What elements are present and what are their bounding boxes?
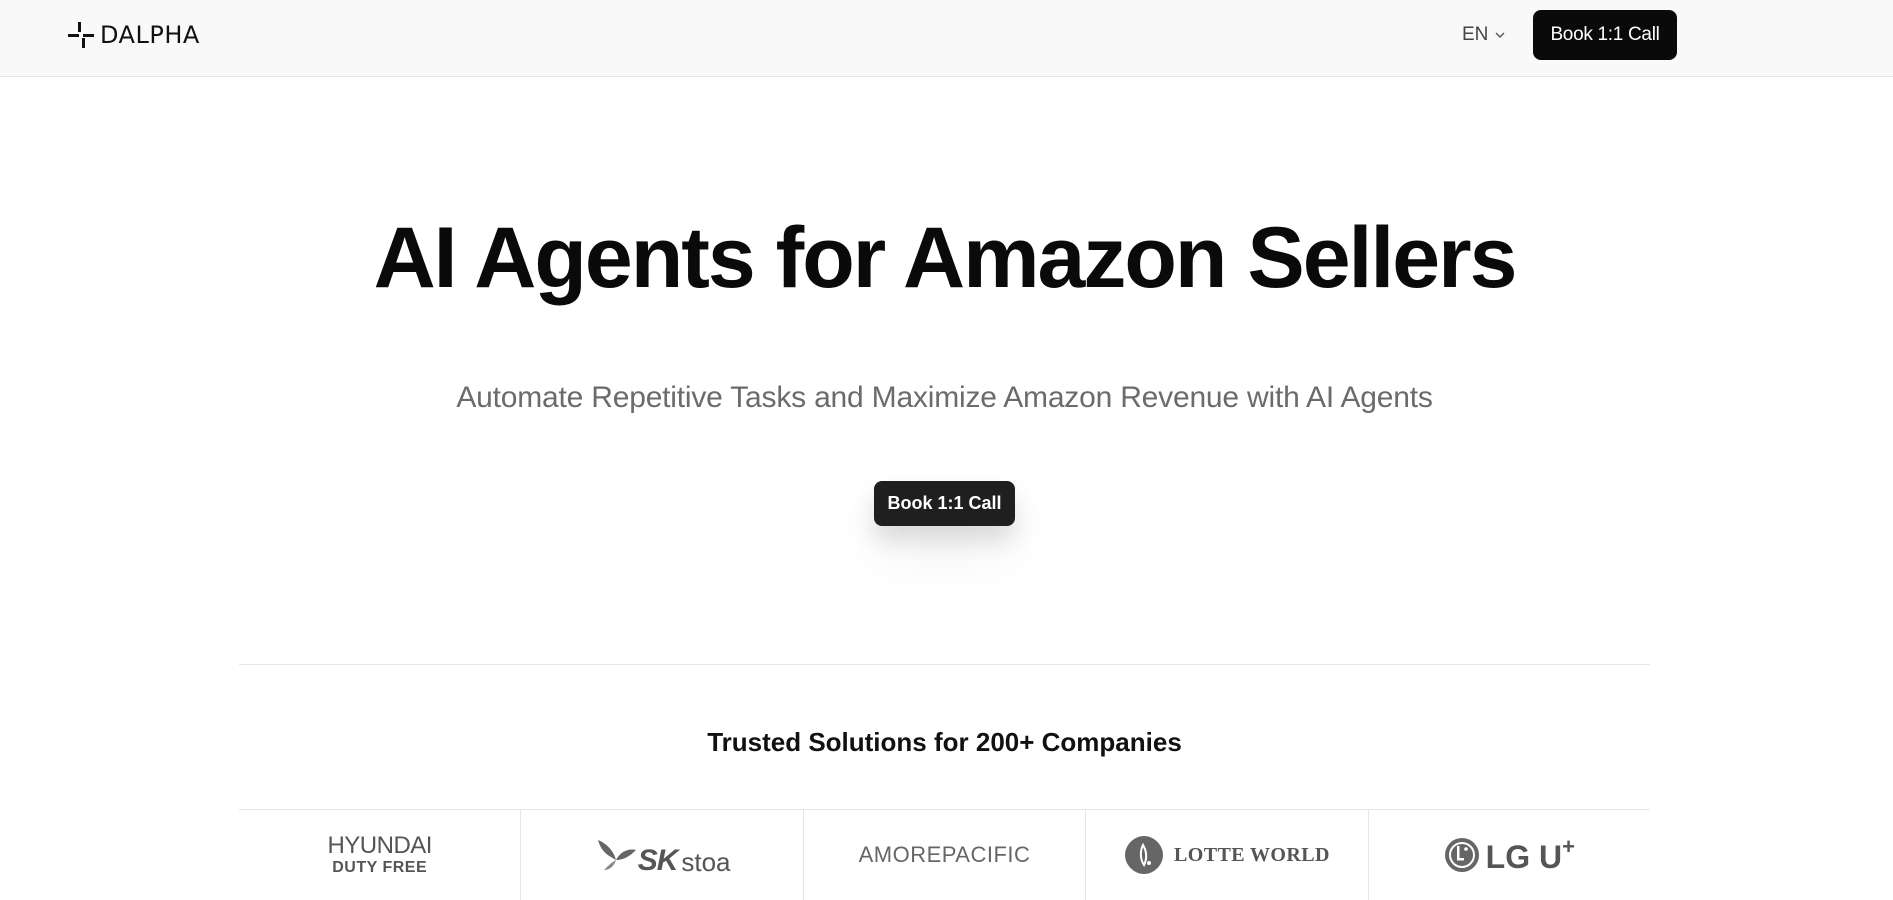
dalpha-logo-icon [68, 22, 94, 48]
lotte-emblem-icon [1125, 836, 1164, 874]
book-call-hero-button[interactable]: Book 1:1 Call [874, 481, 1015, 526]
logo-amorepacific: AMOREPACIFIC [804, 810, 1087, 900]
lg-uplus-text: LG U+ [1486, 834, 1575, 876]
hero-subtitle: Automate Repetitive Tasks and Maximize A… [456, 381, 1433, 414]
sk-text: SK [637, 844, 679, 877]
amorepacific-text: AMOREPACIFIC [858, 842, 1031, 867]
trusted-heading: Trusted Solutions for 200+ Companies [707, 727, 1182, 757]
lg-face-icon [1444, 838, 1479, 872]
hero-title: AI Agents for Amazon Sellers [373, 210, 1518, 306]
plus-sign: + [1562, 834, 1575, 859]
hyundai-line2: DUTY FREE [332, 859, 428, 876]
top-navbar: DALPHA EN Book 1:1 Call [0, 0, 1893, 77]
language-label: EN [1462, 24, 1489, 45]
stoa-text: stoa [681, 847, 731, 877]
logo-text: DALPHA [100, 21, 200, 49]
dalpha-logo[interactable]: DALPHA [68, 20, 200, 50]
hyundai-line1: HYUNDAI [327, 832, 432, 859]
chevron-down-icon [1495, 32, 1505, 38]
logo-hyundai-duty-free: HYUNDAI DUTY FREE [239, 810, 522, 900]
logo-lotte-world: LOTTE WORLD [1086, 810, 1369, 900]
book-call-header-button[interactable]: Book 1:1 Call [1533, 10, 1677, 60]
logo-lg-uplus: LG U+ [1369, 810, 1650, 900]
sk-butterfly-icon [597, 840, 636, 870]
lotte-world-text: LOTTE WORLD [1174, 843, 1330, 866]
client-logos-row: HYUNDAI DUTY FREE SK stoa AMOREPACIFIC L… [239, 809, 1650, 900]
language-selector[interactable]: EN [1462, 22, 1506, 48]
section-divider [239, 664, 1650, 665]
logo-sk-stoa: SK stoa [521, 810, 804, 900]
lg-u-text: LG U [1485, 839, 1563, 875]
